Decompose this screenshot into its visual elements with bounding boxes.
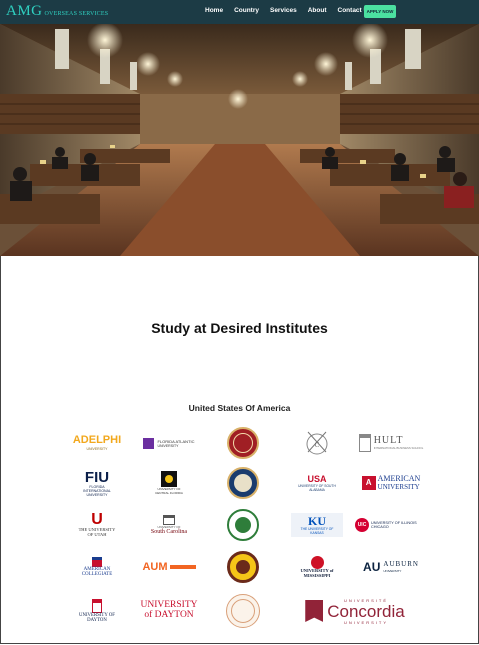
concordia-name: Concordia (327, 601, 405, 621)
nav-country[interactable]: Country (234, 7, 259, 14)
logo-adelphi[interactable]: ADELPHI UNIVERSITY (60, 424, 134, 462)
apply-now-button[interactable]: APPLY NOW (364, 5, 396, 18)
dayton-chapel-icon (92, 598, 102, 613)
logo-south-carolina[interactable]: UNIVERSITY OF South Carolina (132, 506, 206, 544)
top-navbar: AMG OVERSEAS SERVICES Home Country Servi… (0, 0, 479, 25)
logo-utah[interactable]: U THE UNIVERSITY OF UTAH (60, 506, 134, 544)
ku-sub: THE UNIVERSITY OF KANSAS (300, 527, 334, 536)
fiu-name: FIU (84, 468, 110, 486)
brand-name: AMG (6, 3, 43, 19)
fau-owl-icon (143, 437, 155, 449)
fau-sub: UNIVERSITY (157, 443, 179, 448)
ac-flag-icon (92, 556, 102, 567)
ucf-sub: UNIVERSITY OF CENTRAL FLORIDA (155, 487, 183, 495)
logo-seal-3[interactable] (206, 506, 280, 544)
section-title: Study at Desired Institutes (151, 320, 328, 336)
usa-name: USA (307, 474, 327, 484)
country-heading: United States Of America (188, 403, 291, 413)
logo-seal-5[interactable] (206, 592, 280, 630)
hult-sub: INTERNATIONAL BUSINESS SCHOOL (373, 446, 424, 451)
nav-about[interactable]: About (308, 7, 327, 14)
ac-name: AMERICAN COLLEGIATE (81, 566, 113, 577)
ucf-pegasus-icon (161, 471, 177, 487)
usa-sub: UNIVERSITY OF SOUTH ALABAMA (298, 484, 336, 492)
logo-fiu[interactable]: FIU FLORIDA INTERNATIONAL UNIVERSITY (60, 464, 134, 502)
hult-pillar-icon (358, 434, 371, 452)
logo-ucf[interactable]: UNIVERSITY OF CENTRAL FLORIDA (132, 464, 206, 502)
fau-name: FLORIDA ATLANTIC (157, 438, 195, 444)
utah-u-icon: U (91, 511, 103, 529)
dayton2-name: UNIVERSITY of DAYTON (140, 600, 198, 620)
logo-concordia[interactable]: UNIVERSITÉ Concordia UNIVERSITY (280, 592, 430, 630)
dayton1-name: UNIVERSITY OF DAYTON (79, 612, 115, 623)
nav-services[interactable]: Services (270, 7, 297, 14)
logo-american-collegiate[interactable]: AMERICAN COLLEGIATE (60, 548, 134, 586)
logo-usa[interactable]: USA UNIVERSITY OF SOUTH ALABAMA (280, 464, 354, 502)
sc-name: South Carolina (150, 528, 188, 535)
auburn-au-icon: AU (363, 560, 381, 574)
university-seal-icon (227, 467, 259, 499)
hult-name: HULT (373, 434, 404, 446)
university-seal-icon (226, 594, 260, 628)
nav-links: Home Country Services About Contact Us (205, 7, 372, 14)
university-seal-icon (227, 427, 259, 459)
logo-dayton-1[interactable]: UNIVERSITY OF DAYTON (60, 592, 134, 630)
logo-auburn[interactable]: AU AUBURN UNIVERSITY (354, 548, 428, 586)
logo-american[interactable]: A AMERICAN UNIVERSITY (354, 464, 428, 502)
university-seal-icon (227, 509, 259, 541)
crest-icon: C (306, 431, 328, 455)
brand-logo[interactable]: AMG OVERSEAS SERVICES (6, 3, 108, 20)
aum-bar-icon (169, 565, 196, 569)
concordia-c-icon (305, 600, 324, 622)
logo-mississippi[interactable]: UNIVERSITY of MISSISSIPPI (280, 548, 354, 586)
brand-tagline: OVERSEAS SERVICES (44, 11, 109, 17)
nav-home[interactable]: Home (205, 7, 223, 14)
uic-sub: UNIVERSITY OF ILLINOIS CHICAGO (371, 521, 417, 529)
utah-name: THE UNIVERSITY OF UTAH (78, 527, 116, 537)
svg-text:C: C (315, 441, 320, 449)
logo-seal-4[interactable] (206, 548, 280, 586)
uic-badge-icon: UIC (355, 518, 369, 532)
adelphi-sub: UNIVERSITY (86, 446, 108, 451)
au-mark-icon: A (361, 475, 376, 490)
ku-name: KU (308, 513, 326, 528)
adelphi-name: ADELPHI (72, 434, 122, 447)
logo-aum[interactable]: AUM (132, 548, 206, 586)
logo-seal-1[interactable] (206, 424, 280, 462)
auburn-sub: UNIVERSITY (383, 568, 402, 573)
logo-fau[interactable]: FLORIDA ATLANTIC UNIVERSITY (132, 424, 206, 462)
miss-name: UNIVERSITY of MISSISSIPPI (300, 567, 334, 578)
logo-seal-2[interactable] (206, 464, 280, 502)
miss-crest-icon (310, 555, 324, 569)
logo-crest[interactable]: C (280, 424, 354, 462)
fiu-sub: FLORIDA INTERNATIONAL UNIVERSITY (83, 484, 111, 497)
logo-hult[interactable]: HULT INTERNATIONAL BUSINESS SCHOOL (354, 424, 428, 462)
logo-uic[interactable]: UIC UNIVERSITY OF ILLINOIS CHICAGO (354, 506, 428, 544)
auburn-name: AUBURN (383, 560, 419, 569)
aum-name: AUM (142, 561, 168, 573)
hero-library-image (0, 24, 479, 256)
american-sub: UNIVERSITY (377, 482, 420, 491)
logo-dayton-2[interactable]: UNIVERSITY of DAYTON (132, 592, 206, 630)
university-seal-icon (227, 551, 259, 583)
sc-building-icon (162, 514, 175, 525)
logo-ku[interactable]: KU THE UNIVERSITY OF KANSAS (280, 506, 354, 544)
